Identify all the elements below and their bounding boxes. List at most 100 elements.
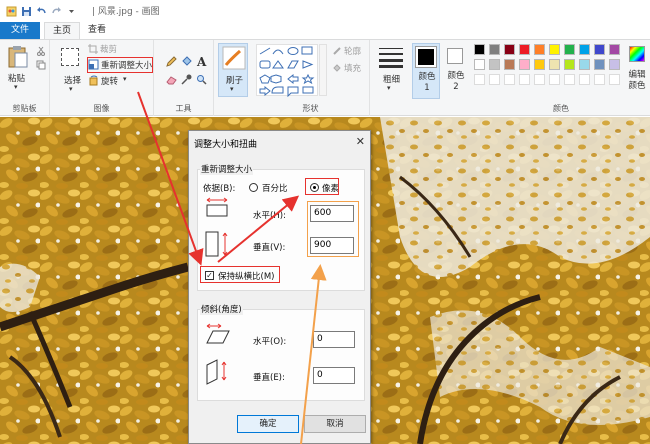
select-button[interactable]: 选择 ▾ [58, 46, 84, 96]
color-swatch[interactable] [504, 44, 515, 55]
percent-label: 百分比 [262, 184, 288, 194]
chevron-down-icon: ▾ [387, 84, 391, 92]
brush-icon [222, 46, 246, 70]
text-icon[interactable]: A [196, 55, 208, 67]
empty-color-swatch[interactable] [609, 74, 620, 85]
clipboard-group-label: 剪贴板 [12, 104, 37, 113]
colors-group-label: 颜色 [553, 104, 569, 113]
color-swatch[interactable] [609, 59, 620, 70]
empty-color-swatch[interactable] [504, 74, 515, 85]
color1-swatch [415, 46, 437, 68]
pixels-highlight [305, 178, 339, 195]
close-icon[interactable]: ✕ [356, 135, 365, 148]
color-swatch[interactable] [549, 59, 560, 70]
image-group: 选择 ▾ 裁剪 重新调整大小 旋转 ▾ 图像 [50, 40, 154, 116]
color-swatch[interactable] [579, 44, 590, 55]
ok-button[interactable]: 确定 [237, 415, 299, 433]
chevron-down-icon: ▾ [14, 83, 18, 91]
empty-color-swatch[interactable] [579, 74, 590, 85]
size-inputs-highlight [307, 201, 359, 257]
color-swatch[interactable] [519, 44, 530, 55]
undo-icon[interactable] [36, 6, 47, 17]
empty-color-swatch[interactable] [594, 74, 605, 85]
horizontal-label: 水平(H): [253, 211, 286, 221]
color-swatch[interactable] [504, 59, 515, 70]
color2-swatch [447, 48, 463, 64]
tab-view[interactable]: 查看 [84, 22, 110, 39]
rainbow-icon [629, 46, 645, 62]
empty-color-swatch[interactable] [549, 74, 560, 85]
crop-button[interactable]: 裁剪 [88, 43, 148, 55]
tools-group: A 工具 [154, 40, 214, 116]
customize-toolbar-icon[interactable] [66, 6, 77, 17]
vertical-resize-icon [205, 231, 228, 257]
ribbon-tabs: 文件 主页 查看 [0, 22, 650, 40]
edit-colors-button[interactable]: 编辑颜色 [624, 44, 650, 98]
line-width-icon [379, 48, 403, 68]
color-swatch[interactable] [609, 44, 620, 55]
tab-file[interactable]: 文件 [0, 22, 40, 39]
paste-button[interactable]: 粘贴 ▾ [6, 45, 30, 93]
color1-label: 颜色 1 [418, 72, 436, 93]
shapes-gallery[interactable] [256, 44, 318, 98]
skew-section-label: 倾斜(角度) [200, 303, 243, 315]
color-swatch[interactable] [594, 59, 605, 70]
fill-button[interactable]: 填充 [332, 62, 368, 74]
color-swatch[interactable] [474, 59, 485, 70]
color-swatch[interactable] [594, 44, 605, 55]
color-swatch[interactable] [489, 59, 500, 70]
redo-icon[interactable] [51, 6, 62, 17]
color-swatch[interactable] [489, 44, 500, 55]
keep-ratio-highlight [200, 266, 280, 283]
empty-color-swatch[interactable] [489, 74, 500, 85]
color-swatch[interactable] [519, 59, 530, 70]
color1-button[interactable]: 颜色 1 [412, 43, 440, 99]
skew-horizontal-input[interactable]: 0 [313, 331, 355, 348]
fill-bucket-icon[interactable] [181, 56, 192, 67]
skew-horizontal-label: 水平(O): [253, 337, 287, 347]
copy-icon[interactable] [36, 60, 46, 70]
selection-icon [61, 48, 79, 66]
color2-button[interactable]: 颜色 2 [442, 43, 470, 99]
color-swatch[interactable] [564, 59, 575, 70]
cancel-button[interactable]: 取消 [304, 415, 366, 433]
empty-color-swatch[interactable] [534, 74, 545, 85]
chevron-down-icon: ▾ [123, 75, 127, 83]
pencil-icon[interactable] [166, 56, 177, 67]
outline-button[interactable]: 轮廓 [332, 45, 368, 57]
save-icon[interactable] [21, 6, 32, 17]
magnifier-icon[interactable] [196, 74, 207, 85]
tab-home[interactable]: 主页 [44, 22, 80, 40]
shapes-scrollbar[interactable] [319, 44, 327, 96]
crop-icon [88, 44, 98, 54]
eraser-icon[interactable] [166, 74, 177, 85]
crop-label: 裁剪 [100, 45, 118, 55]
outline-label: 轮廓 [344, 47, 362, 57]
fill-label: 填充 [344, 64, 362, 74]
clipboard-icon [8, 46, 28, 68]
color-swatch[interactable] [549, 44, 560, 55]
window-title: | 风景.jpg - 画图 [92, 7, 160, 17]
brushes-button[interactable]: 刷子 ▾ [218, 43, 248, 97]
svg-text:A: A [196, 55, 207, 67]
percent-radio[interactable] [249, 183, 258, 192]
color-swatch[interactable] [564, 44, 575, 55]
empty-color-swatch[interactable] [474, 74, 485, 85]
horizontal-resize-icon [206, 197, 228, 217]
cut-icon[interactable] [36, 46, 46, 56]
color-picker-icon[interactable] [181, 74, 192, 85]
color-swatch[interactable] [534, 59, 545, 70]
empty-color-swatch[interactable] [564, 74, 575, 85]
skew-vertical-input[interactable]: 0 [313, 367, 355, 384]
paint-app-icon [6, 6, 17, 16]
color-swatch[interactable] [534, 44, 545, 55]
color-swatch[interactable] [474, 44, 485, 55]
empty-color-swatch[interactable] [519, 74, 530, 85]
horizontal-skew-icon [206, 323, 230, 344]
title-bar: | 风景.jpg - 画图 [0, 0, 650, 22]
quick-access-toolbar [0, 6, 77, 17]
rotate-button[interactable]: 旋转 ▾ [88, 75, 148, 87]
color-swatch[interactable] [579, 59, 590, 70]
shapes-group: 轮廓 填充 形状 [252, 40, 370, 116]
size-button[interactable]: 粗细 ▾ [376, 44, 406, 98]
